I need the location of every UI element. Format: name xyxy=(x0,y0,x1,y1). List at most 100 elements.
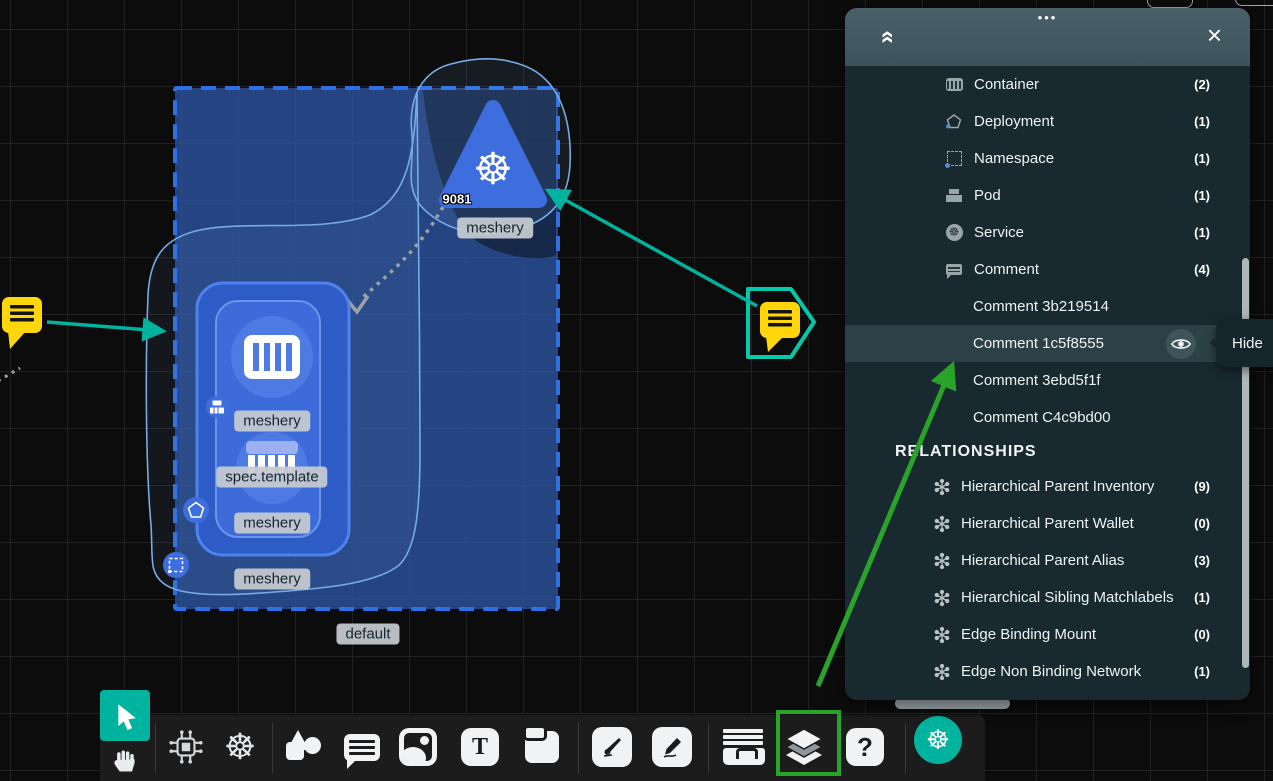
comment-item[interactable]: Comment C4c9bd00 xyxy=(845,399,1250,436)
relationship-icon xyxy=(933,478,951,496)
pod-icon xyxy=(945,187,963,205)
count-badge: (0) xyxy=(1194,516,1210,531)
container-name-label: meshery xyxy=(234,411,310,432)
relationship-icon xyxy=(933,626,951,644)
service-name-label: meshery xyxy=(457,218,533,239)
toolbar-divider xyxy=(708,723,709,773)
toolbar-divider xyxy=(155,723,156,773)
relationship-row[interactable]: Hierarchical Parent Alias (3) xyxy=(845,542,1250,579)
component-row-pod[interactable]: Pod (1) xyxy=(845,177,1250,214)
pen-tool-button[interactable] xyxy=(592,727,632,767)
pencil-tool-button[interactable] xyxy=(652,727,692,767)
container-icon xyxy=(244,335,300,379)
hide-tooltip: Hide xyxy=(1216,319,1273,367)
meshery-logo-button[interactable]: ☸ xyxy=(914,716,962,764)
relationship-icon xyxy=(933,589,951,607)
card-icon xyxy=(525,731,559,763)
namespace-name-label: default xyxy=(336,624,399,645)
top-edge-button-ghost xyxy=(1147,0,1193,8)
relationship-row[interactable]: Edge Non Binding Network (1) xyxy=(845,653,1250,690)
card-tool-button[interactable] xyxy=(522,727,562,767)
elements-panel: ••• « × Container (2) Deployment (1) Nam… xyxy=(845,8,1250,700)
comment-item[interactable]: Comment 3ebd5f1f xyxy=(845,362,1250,399)
image-tool-button[interactable] xyxy=(398,727,438,767)
count-badge: (1) xyxy=(1194,188,1210,203)
comment-node-right[interactable] xyxy=(760,302,800,352)
namespace-badge-icon xyxy=(163,552,189,578)
spec-template-label: spec.template xyxy=(216,467,327,488)
chip-icon xyxy=(167,728,205,766)
pencil-icon xyxy=(652,727,692,767)
relationship-icon xyxy=(933,552,951,570)
component-row-deployment[interactable]: Deployment (1) xyxy=(845,103,1250,140)
namespace-icon xyxy=(945,150,963,168)
meshery-logo-icon: ☸ xyxy=(926,725,950,756)
pod-badge-icon xyxy=(206,396,228,418)
comment-icon xyxy=(344,734,380,761)
select-tool-button[interactable] xyxy=(100,690,150,741)
edge-comment-right-to-service[interactable] xyxy=(549,191,757,306)
kubernetes-wheel-icon: ☸ xyxy=(473,145,512,194)
deployment-name-label: meshery xyxy=(234,569,310,590)
top-edge-button-ghost xyxy=(1235,0,1273,6)
count-badge: (1) xyxy=(1194,225,1210,240)
component-row-service[interactable]: ☸ Service (1) xyxy=(845,214,1250,251)
help-icon: ? xyxy=(846,728,884,766)
component-row-namespace[interactable]: Namespace (1) xyxy=(845,140,1250,177)
service-icon: ☸ xyxy=(945,224,963,242)
drawer-icon xyxy=(723,729,763,765)
count-badge: (0) xyxy=(1194,627,1210,642)
meshery-kanvas-screen: { "panel": { "header": { "more_icon": "•… xyxy=(0,0,1273,781)
component-row-container[interactable]: Container (2) xyxy=(845,66,1250,103)
relationship-row[interactable]: Hierarchical Sibling Matchlabels (1) xyxy=(845,579,1250,616)
count-badge: (1) xyxy=(1194,664,1210,679)
toolbar-divider xyxy=(578,723,579,773)
deployment-badge-icon xyxy=(183,497,209,523)
count-badge: (1) xyxy=(1194,151,1210,166)
pod-name-label: meshery xyxy=(234,513,310,534)
panel-header[interactable]: ••• « × xyxy=(845,8,1250,66)
toolbar-divider xyxy=(905,723,906,773)
edge-comment-left[interactable] xyxy=(47,322,162,331)
shapes-tool-button[interactable] xyxy=(283,727,323,767)
eye-icon xyxy=(1170,333,1192,355)
kubernetes-tool-button[interactable]: ☸ xyxy=(220,727,260,767)
relationship-row[interactable]: Hierarchical Parent Inventory (9) xyxy=(845,468,1250,505)
count-badge: (9) xyxy=(1194,479,1210,494)
relationship-icon xyxy=(933,515,951,533)
service-port-label: 9081 xyxy=(443,192,472,207)
bottom-toolbar: ☸ T ? ☸ xyxy=(100,715,985,781)
component-tool-button[interactable] xyxy=(166,727,206,767)
kubernetes-icon: ☸ xyxy=(224,726,256,768)
image-icon xyxy=(399,728,437,766)
count-badge: (2) xyxy=(1194,77,1210,92)
close-panel-icon[interactable]: × xyxy=(1207,22,1222,48)
edge-stub xyxy=(0,368,20,381)
relationship-row[interactable]: Edge Binding Mount (0) xyxy=(845,616,1250,653)
drawer-tool-button[interactable] xyxy=(723,727,763,767)
relationship-icon xyxy=(933,663,951,681)
comment-item[interactable]: Comment 3b219514 xyxy=(845,288,1250,325)
count-badge: (4) xyxy=(1194,262,1210,277)
pan-tool-button[interactable] xyxy=(102,743,148,779)
text-icon: T xyxy=(461,728,499,766)
layers-tool-highlight xyxy=(776,710,841,776)
component-row-comment[interactable]: Comment (4) xyxy=(845,251,1250,288)
pen-icon xyxy=(592,727,632,767)
comment-item-highlighted[interactable]: Comment 1c5f8555 xyxy=(845,325,1250,362)
help-tool-button[interactable]: ? xyxy=(845,727,885,767)
hide-visibility-button[interactable] xyxy=(1166,329,1196,359)
hand-icon xyxy=(111,747,139,775)
shapes-icon xyxy=(284,728,322,766)
collapse-panel-icon[interactable]: « xyxy=(875,24,901,50)
relationship-row[interactable]: Hierarchical Parent Wallet (0) xyxy=(845,505,1250,542)
text-tool-button[interactable]: T xyxy=(460,727,500,767)
comment-icon xyxy=(945,261,963,279)
count-badge: (3) xyxy=(1194,553,1210,568)
comment-node-left[interactable] xyxy=(2,297,42,349)
drag-handle-icon[interactable]: ••• xyxy=(1038,10,1058,25)
cursor-icon xyxy=(110,701,140,731)
comment-tool-button[interactable] xyxy=(342,727,382,767)
count-badge: (1) xyxy=(1194,590,1210,605)
deployment-icon xyxy=(945,113,963,131)
